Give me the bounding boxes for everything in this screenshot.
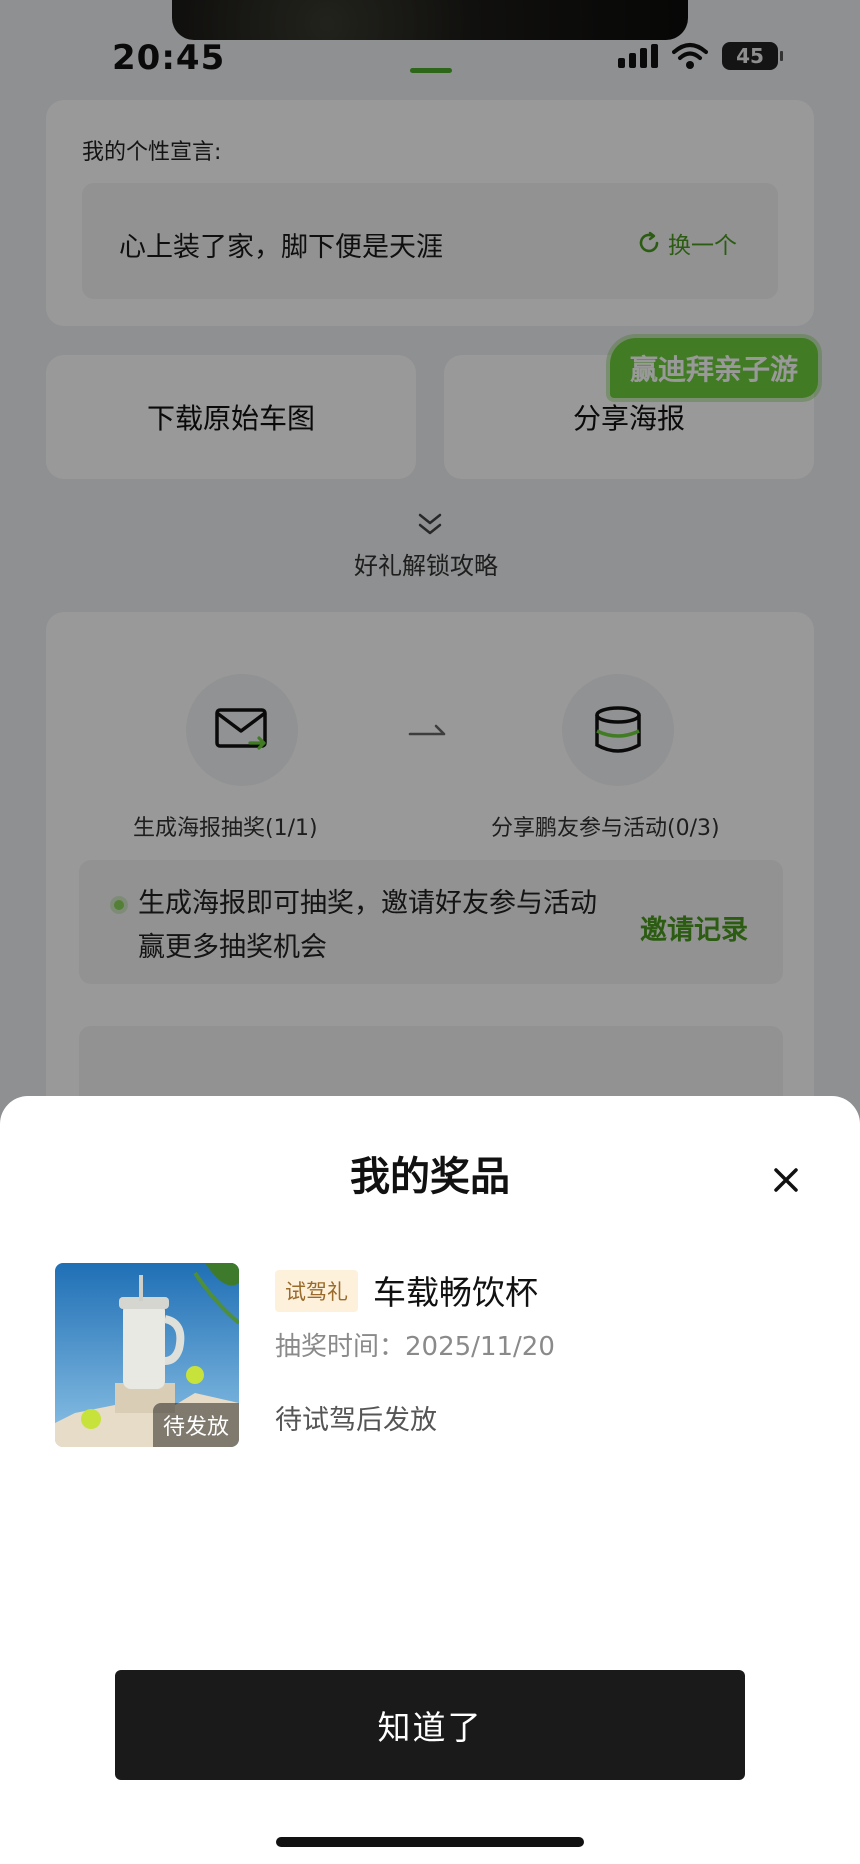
- prize-time-value: 2025/11/20: [405, 1332, 555, 1362]
- prize-name: 车载畅饮杯: [373, 1273, 538, 1312]
- prize-time: 抽奖时间：2025/11/20: [275, 1326, 555, 1363]
- prize-image: 待发放: [55, 1263, 239, 1447]
- pending-badge: 待发放: [152, 1403, 239, 1447]
- gift-type-tag: 试驾礼: [275, 1270, 358, 1312]
- prize-time-label: 抽奖时间：: [275, 1332, 406, 1362]
- home-indicator: [276, 1837, 584, 1847]
- got-it-button[interactable]: 知道了: [115, 1670, 745, 1780]
- prize-status: 待试驾后发放: [275, 1405, 437, 1436]
- close-icon[interactable]: [766, 1160, 806, 1200]
- sheet-title: 我的奖品: [350, 1154, 510, 1200]
